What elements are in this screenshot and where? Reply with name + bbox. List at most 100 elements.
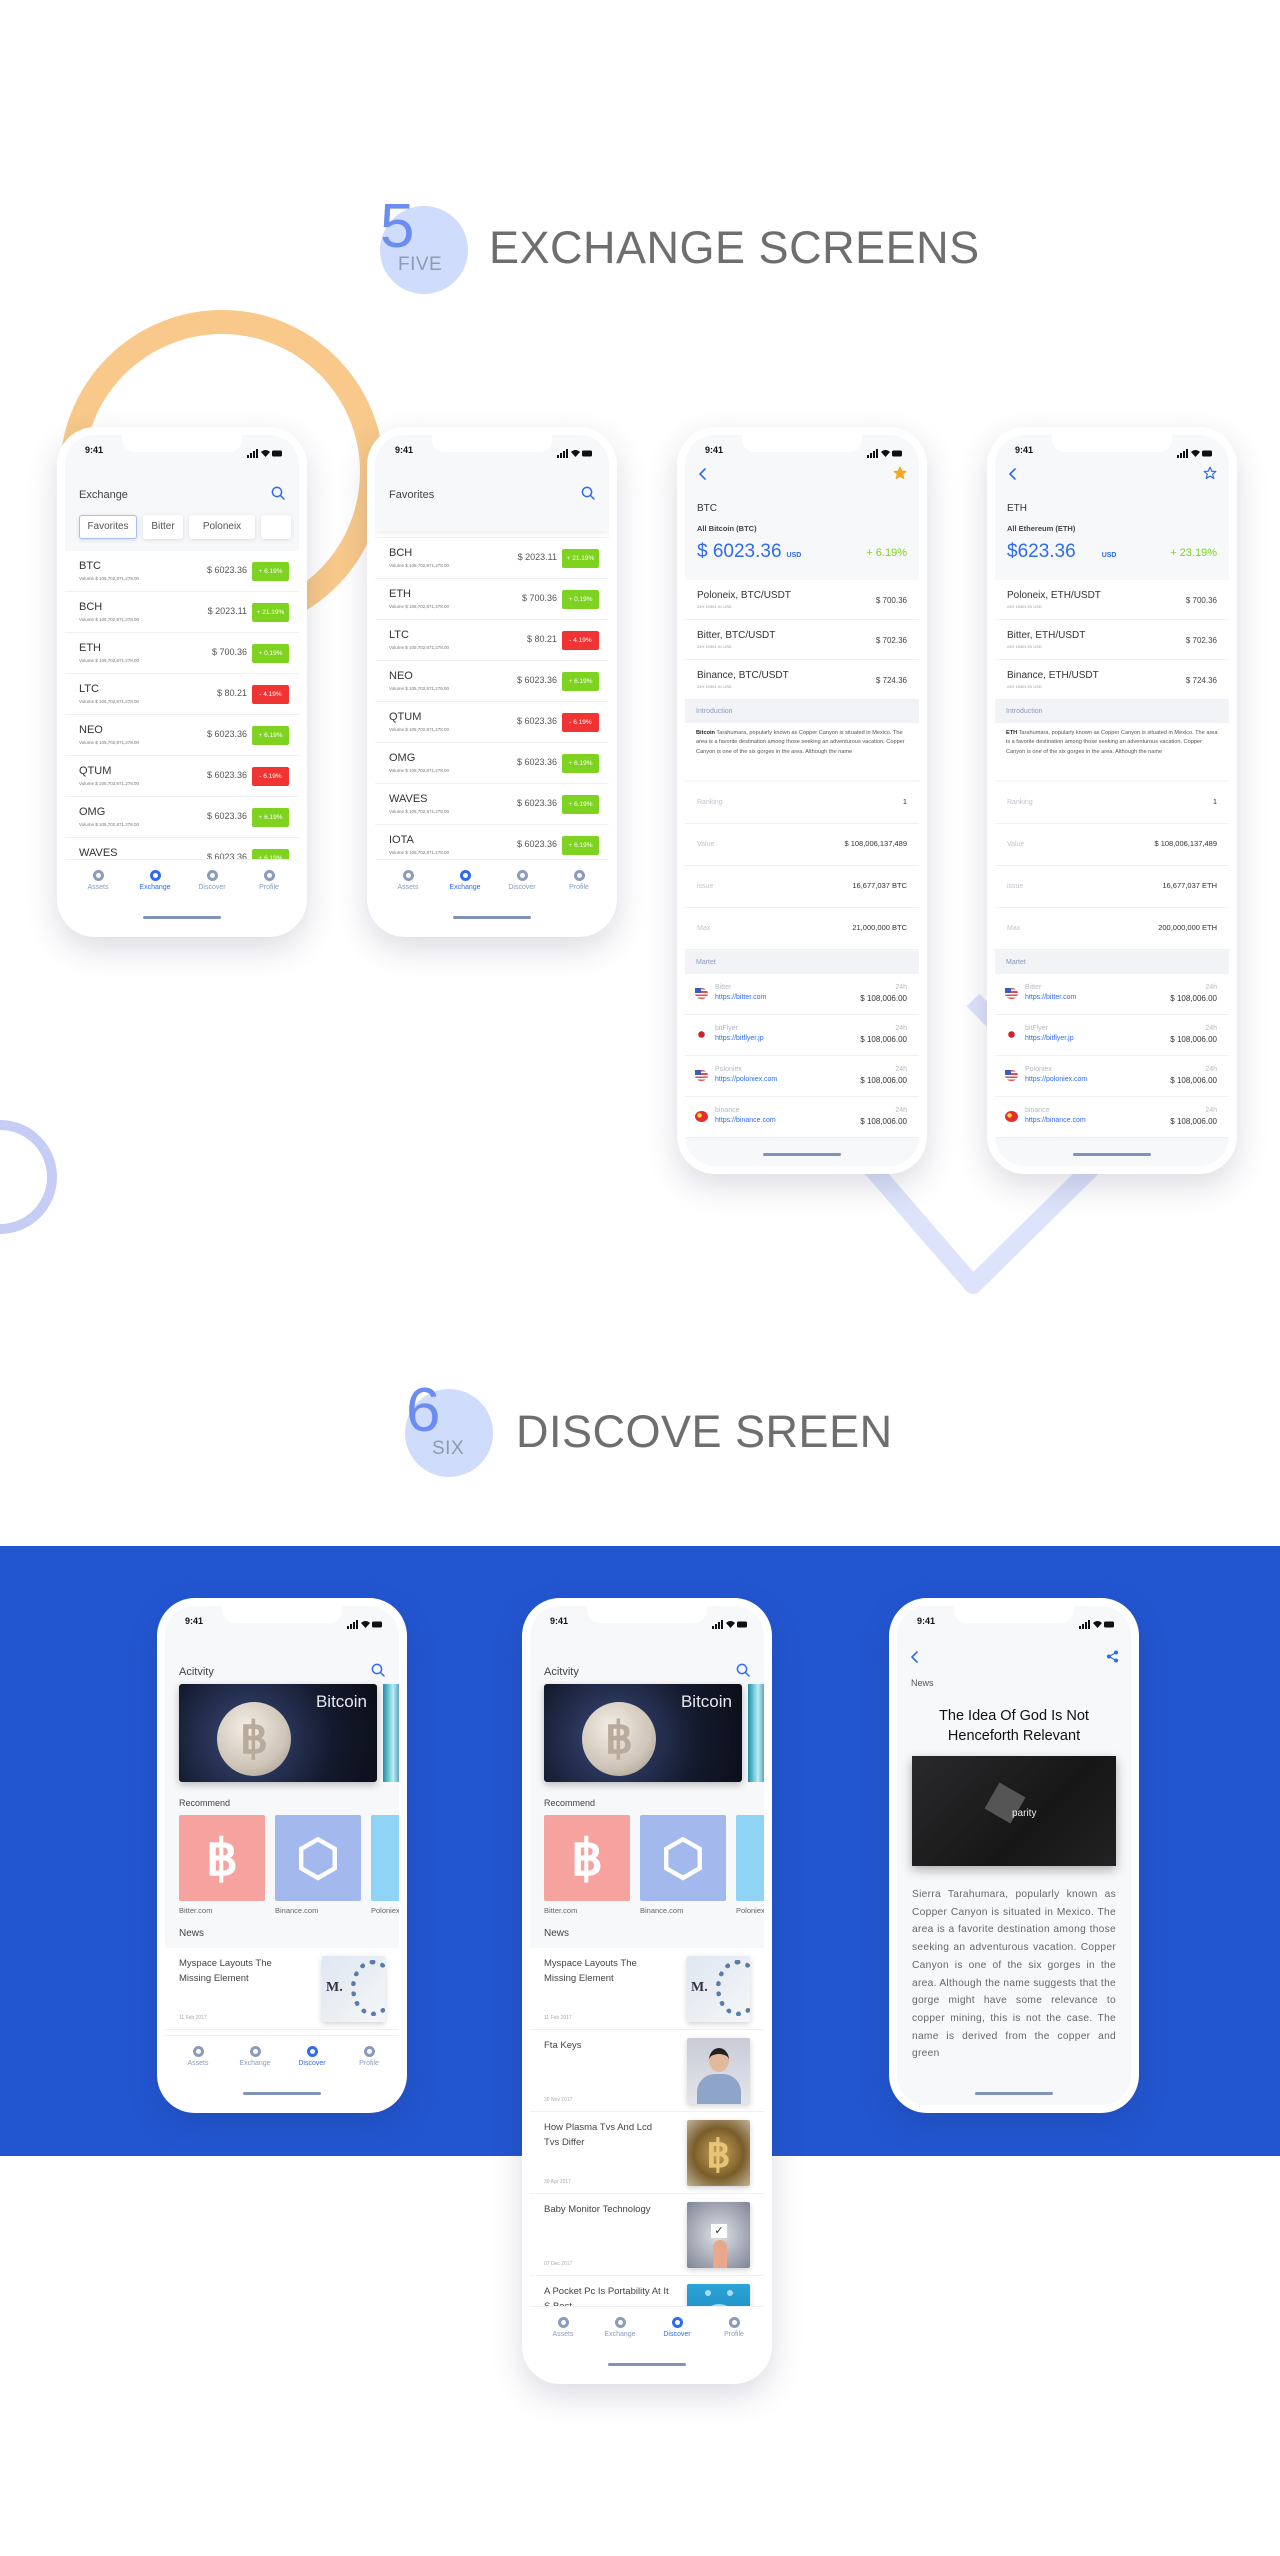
news-item[interactable]: How Plasma Tvs And Lcd Tvs Differ 30 Apr …	[530, 2112, 764, 2194]
star-outline-icon[interactable]	[1203, 466, 1217, 480]
share-icon[interactable]	[1106, 1650, 1119, 1663]
coin-row[interactable]: ETH Volume $ 105,702,871,278.00 $ 700.36 + …	[375, 579, 609, 620]
coin-row[interactable]: NEO Volume $ 105,702,871,278.00 $ 6023.36 +…	[65, 715, 299, 756]
coin-row[interactable]: LTC Volume $ 105,702,871,278.00 $ 80.21 - 4…	[65, 674, 299, 715]
tab-label: Assets	[187, 2060, 209, 2067]
market-url[interactable]: https://bitter.com	[715, 994, 766, 1001]
star-filled-icon[interactable]	[893, 466, 907, 480]
back-icon[interactable]	[697, 467, 709, 481]
tab-assets[interactable]: Assets	[534, 2317, 592, 2338]
coin-row[interactable]: LTC Volume $ 105,702,871,278.00 $ 80.21 - 4…	[375, 620, 609, 661]
tab-profile[interactable]: Profile	[550, 870, 608, 891]
search-icon[interactable]	[736, 1663, 750, 1677]
stat-value: 16,677,037 ETH	[1162, 881, 1217, 890]
tab-label: Assets	[87, 884, 109, 891]
market-row[interactable]: binance https://binance.com 24h $ 108,006.0…	[685, 1097, 919, 1138]
pair-row[interactable]: Poloneix, BTC/USDT 24H 19301.91 USD $ 700.…	[685, 580, 919, 620]
tab-discover[interactable]: Discover	[493, 870, 551, 891]
market-url[interactable]: https://bitflyer.jp	[1025, 1035, 1074, 1042]
tab-profile[interactable]: Profile	[705, 2317, 763, 2338]
pair-price: $ 702.36	[1185, 636, 1217, 645]
coin-row[interactable]: ETH Volume $ 105,702,871,278.00 $ 700.36 + …	[65, 633, 299, 674]
activity-banner[interactable]: ฿ Bitcoin	[544, 1684, 742, 1782]
profile-icon	[728, 2317, 740, 2328]
recommend-card[interactable]	[371, 1815, 399, 1901]
market-row[interactable]: binance https://binance.com 24h $ 108,006.0…	[995, 1097, 1229, 1138]
tab-discover[interactable]: Discover	[183, 870, 241, 891]
recommend-card[interactable]: ⬡	[275, 1815, 361, 1901]
coin-row[interactable]: QTUM Volume $ 105,702,871,278.00 $ 6023.36…	[375, 702, 609, 743]
coin-row[interactable]: WAVES Volume $ 105,702,871,278.00 $ 6023.3…	[375, 784, 609, 825]
market-url[interactable]: https://bitter.com	[1025, 994, 1076, 1001]
coin-row[interactable]: QTUM Volume $ 105,702,871,278.00 $ 6023.36…	[65, 756, 299, 797]
search-icon[interactable]	[271, 486, 285, 500]
tab-assets[interactable]: Assets	[379, 870, 437, 891]
news-item[interactable]: Baby Monitor Technology 07 Dec 2017 ✓	[530, 2194, 764, 2276]
back-icon[interactable]	[1007, 467, 1019, 481]
tab-exchange[interactable]: Exchange	[591, 2317, 649, 2338]
market-row[interactable]: bitFlyer https://bitflyer.jp 24h $ 108,006.…	[995, 1015, 1229, 1056]
tab-profile[interactable]: Profile	[340, 2046, 398, 2067]
news-title: Baby Monitor Technology	[544, 2204, 651, 2215]
exchange-tab-favorites[interactable]: Favorites	[79, 515, 137, 539]
tab-discover[interactable]: Discover	[648, 2317, 706, 2338]
coin-row[interactable]: BCH Volume $ 105,702,871,278.00 $ 2023.11 +…	[375, 538, 609, 579]
tab-discover[interactable]: Discover	[283, 2046, 341, 2067]
news-item[interactable]: Fta Keys 30 Nov 2017	[530, 2030, 764, 2112]
market-url[interactable]: https://binance.com	[1025, 1117, 1086, 1124]
tab-exchange[interactable]: Exchange	[436, 870, 494, 891]
flag-canton	[1005, 988, 1011, 993]
tab-assets[interactable]: Assets	[169, 2046, 227, 2067]
tab-exchange[interactable]: Exchange	[226, 2046, 284, 2067]
market-row[interactable]: Bitter https://bitter.com 24h $ 108,006.00	[685, 974, 919, 1015]
tab-profile[interactable]: Profile	[240, 870, 298, 891]
search-icon[interactable]	[581, 486, 595, 500]
market-row[interactable]: Bitter https://bitter.com 24h $ 108,006.00	[995, 974, 1229, 1015]
market-url[interactable]: https://binance.com	[715, 1117, 776, 1124]
market-row[interactable]: Poloniex https://poloniex.com 24h $ 108,006…	[995, 1056, 1229, 1097]
coin-price: $ 80.21	[216, 688, 247, 698]
next-banner-peek[interactable]	[383, 1684, 399, 1782]
status-time: 9:41	[85, 445, 104, 455]
tab-assets[interactable]: Assets	[69, 870, 127, 891]
recommend-card[interactable]	[736, 1815, 764, 1901]
coin-row[interactable]: OMG Volume $ 105,702,871,278.00 $ 6023.36 +…	[375, 743, 609, 784]
tab-exchange[interactable]: Exchange	[126, 870, 184, 891]
pair-row[interactable]: Binance, ETH/USDT 24H 19301.91 USD $ 724.3…	[995, 660, 1229, 700]
price-change: + 23.19%	[1170, 547, 1217, 559]
exchange-tab-more[interactable]	[261, 515, 291, 539]
change-badge: + 6.19%	[562, 836, 599, 855]
pair-row[interactable]: Bitter, BTC/USDT 24H 19301.91 USD $ 702.36	[685, 620, 919, 660]
coin-row[interactable]: BTC Volume $ 105,702,871,278.00 $ 6023.36 +…	[65, 551, 299, 592]
pair-row[interactable]: Bitter, ETH/USDT 24H 19301.91 USD $ 702.36	[995, 620, 1229, 660]
recommend-card[interactable]: ⬡	[640, 1815, 726, 1901]
exchange-tab-poloneix[interactable]: Poloneix	[189, 515, 255, 539]
coin-row[interactable]: NEO Volume $ 105,702,871,278.00 $ 6023.36 +…	[375, 661, 609, 702]
phone-discover-scrolled: 9:41 Acitvity ฿ Bitcoin Recommend ฿ Bitter.com…	[522, 1598, 772, 2384]
phone-screen: 9:41 Exchange Favorites Bitter Poloneix BTC Vo…	[65, 435, 299, 929]
news-item[interactable]: Myspace Layouts The Missing Element 11 Fe…	[165, 1948, 399, 2030]
recommend-card[interactable]: ฿	[179, 1815, 265, 1901]
pair-row[interactable]: Poloneix, ETH/USDT 24H 19301.91 USD $ 700.…	[995, 580, 1229, 620]
pair-row[interactable]: Binance, BTC/USDT 24H 19301.91 USD $ 724.3…	[685, 660, 919, 700]
market-period: 24h	[1205, 984, 1217, 991]
coin-row[interactable]: OMG Volume $ 105,702,871,278.00 $ 6023.36 +…	[65, 797, 299, 838]
market-row[interactable]: bitFlyer https://bitflyer.jp 24h $ 108,006.…	[685, 1015, 919, 1056]
market-url[interactable]: https://bitflyer.jp	[715, 1035, 764, 1042]
news-item[interactable]: Myspace Layouts The Missing Element 11 Fe…	[530, 1948, 764, 2030]
network-globe-icon: ⬡	[296, 1830, 340, 1886]
pair-name: Binance, ETH/USDT	[1007, 670, 1099, 681]
coin-symbol: BCH	[389, 547, 413, 559]
back-icon[interactable]	[909, 1650, 921, 1664]
market-row[interactable]: Poloniex https://poloniex.com 24h $ 108,006…	[685, 1056, 919, 1097]
recommend-card[interactable]: ฿	[544, 1815, 630, 1901]
home-indicator	[608, 2363, 686, 2366]
market-url[interactable]: https://poloniex.com	[1025, 1076, 1087, 1083]
coin-row[interactable]: BCH Volume $ 105,702,871,278.00 $ 2023.11 +…	[65, 592, 299, 633]
market-url[interactable]: https://poloniex.com	[715, 1076, 777, 1083]
activity-banner[interactable]: ฿ Bitcoin	[179, 1684, 377, 1782]
next-banner-peek[interactable]	[748, 1684, 764, 1782]
exchange-tab-bitter[interactable]: Bitter	[143, 515, 183, 539]
phone-notch	[122, 435, 242, 452]
search-icon[interactable]	[371, 1663, 385, 1677]
